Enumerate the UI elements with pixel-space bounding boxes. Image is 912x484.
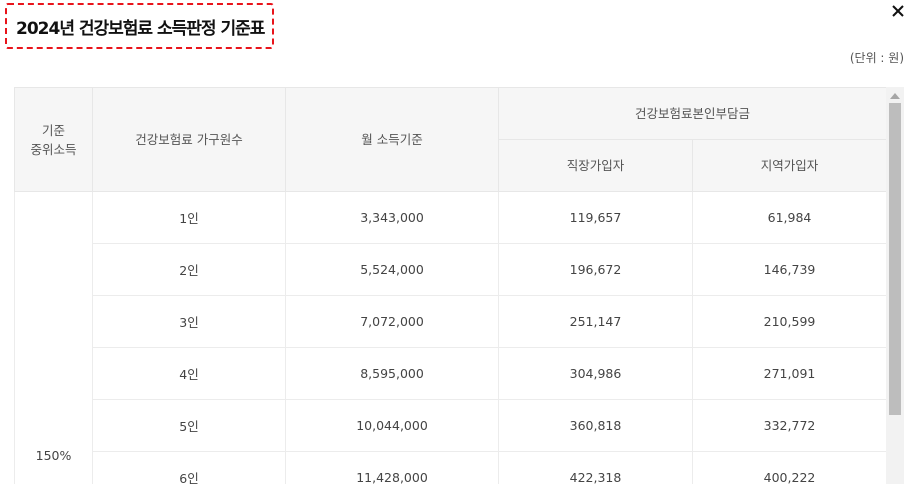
employee-cell: 304,986 (498, 347, 693, 400)
income-criteria-table: 기준 중위소득 건강보험료 가구원수 월 소득기준 건강보험료본인부담금 직장가… (14, 87, 888, 484)
unit-label: (단위 : 원) (849, 51, 904, 65)
income-cell: 7,072,000 (285, 295, 499, 348)
table-row: 5인 10,044,000 360,818 332,772 (15, 399, 888, 452)
employee-cell: 251,147 (498, 295, 693, 348)
income-cell: 8,595,000 (285, 347, 499, 400)
income-cell: 11,428,000 (285, 451, 499, 484)
employee-cell: 360,818 (498, 399, 693, 452)
employee-cell: 119,657 (498, 191, 693, 244)
household-cell: 5인 (92, 399, 286, 452)
employee-cell: 196,672 (498, 243, 693, 296)
header-household: 건강보험료 가구원수 (92, 87, 286, 192)
household-cell: 6인 (92, 451, 286, 484)
criterion-cell: 150% (14, 191, 93, 484)
page-title-box: 2024년 건강보험료 소득판정 기준표 (5, 3, 274, 49)
table-row: 2인 5,524,000 196,672 146,739 (15, 243, 888, 296)
regional-cell: 332,772 (691, 399, 888, 452)
page-title: 2024년 건강보험료 소득판정 기준표 (16, 18, 265, 39)
regional-cell: 271,091 (691, 347, 888, 400)
household-cell: 4인 (92, 347, 286, 400)
regional-cell: 400,222 (691, 451, 888, 484)
scrollbar-thumb[interactable] (889, 103, 901, 415)
household-cell: 2인 (92, 243, 286, 296)
income-cell: 10,044,000 (285, 399, 499, 452)
close-button[interactable] (891, 4, 909, 22)
income-cell: 3,343,000 (285, 191, 499, 244)
regional-cell: 61,984 (691, 191, 888, 244)
employee-cell: 422,318 (498, 451, 693, 484)
vertical-scrollbar[interactable] (886, 87, 904, 484)
regional-cell: 146,739 (691, 243, 888, 296)
close-icon (892, 5, 904, 17)
table-row: 4인 8,595,000 304,986 271,091 (15, 347, 888, 400)
header-criterion: 기준 중위소득 (14, 87, 93, 192)
header-monthly-income: 월 소득기준 (285, 87, 499, 192)
table-row: 3인 7,072,000 251,147 210,599 (15, 295, 888, 348)
arrow-up-icon[interactable] (890, 93, 900, 99)
household-cell: 3인 (92, 295, 286, 348)
header-employee: 직장가입자 (498, 139, 693, 192)
regional-cell: 210,599 (691, 295, 888, 348)
table-container: 기준 중위소득 건강보험료 가구원수 월 소득기준 건강보험료본인부담금 직장가… (14, 87, 904, 484)
table-row: 150% 1인 3,343,000 119,657 61,984 (14, 191, 888, 484)
table-row: 6인 11,428,000 422,318 400,222 (15, 451, 888, 484)
income-cell: 5,524,000 (285, 243, 499, 296)
household-cell: 1인 (92, 191, 286, 244)
header-premium-group: 건강보험료본인부담금 (497, 87, 888, 140)
header-regional: 지역가입자 (691, 139, 888, 192)
